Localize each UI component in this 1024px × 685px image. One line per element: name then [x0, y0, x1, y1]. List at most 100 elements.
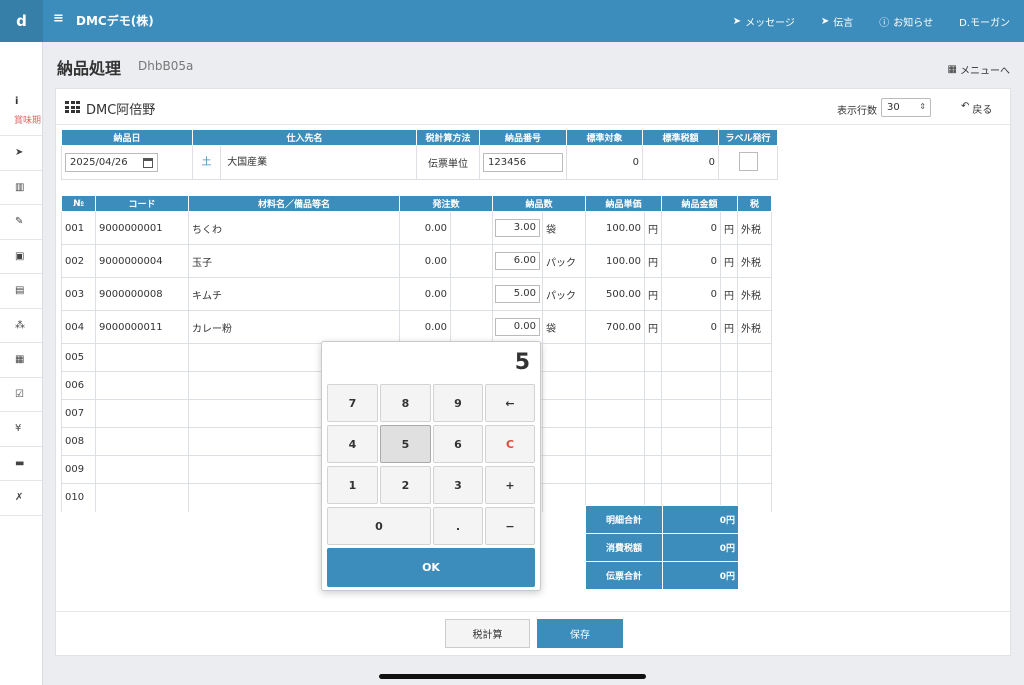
row-code: 9000000004 [95, 244, 189, 278]
page-code: DhbB05a [138, 59, 194, 73]
table-row: 004 9000000011 カレー粉 0.00 0.00 袋 700.00 円… [61, 310, 772, 344]
col-header: 納品単価 [585, 195, 662, 212]
nav-memo-label: 伝言 [833, 17, 854, 29]
sidebar: i 賞味期 ➤ ▥ ✎ ▣ ▤ ⁂ ▦ ☑ ¥ ▬ ✗ [0, 42, 43, 685]
row-price: 700.00 [585, 310, 645, 344]
row-amount: 0 [661, 310, 721, 344]
slip-number-input[interactable]: 123456 [483, 153, 563, 172]
info-circle-icon: ⓘ [879, 17, 890, 29]
row-order: 0.00 [399, 310, 451, 344]
edit-icon: ✎ [15, 216, 24, 228]
table-row: 001 9000000001 ちくわ 0.00 3.00 袋 100.00 円 … [61, 211, 772, 245]
row-unit: 袋 [542, 310, 586, 344]
table-row: 003 9000000008 キムチ 0.00 5.00 パック 500.00 … [61, 277, 772, 311]
suitcase-icon: ▣ [15, 250, 25, 262]
calendar-check-icon: ☑ [15, 388, 24, 400]
col-header: 納品数 [492, 195, 586, 212]
sidebar-item-calendar[interactable]: ▦ [0, 343, 42, 378]
user-name: D.モーガン [959, 17, 1010, 29]
grid-icon [65, 101, 81, 113]
paper-plane-icon: ➤ [732, 15, 742, 27]
key-2[interactable]: 2 [380, 466, 431, 504]
qty-input[interactable]: 0.00 [495, 318, 540, 336]
footer-divider [56, 611, 1010, 612]
key-1[interactable]: 1 [327, 466, 378, 504]
col-header: 税 [737, 195, 772, 212]
row-qty-cell: 5.00 [492, 277, 543, 311]
nav-notices-label: お知らせ [893, 17, 934, 29]
table-row: 002 9000000004 玉子 0.00 6.00 パック 100.00 円… [61, 244, 772, 278]
label-issue-checkbox[interactable] [738, 151, 758, 171]
sidebar-item-wrench[interactable]: ✗ [0, 481, 42, 516]
row-no: 009 [61, 455, 96, 484]
row-price: 100.00 [585, 244, 645, 278]
row-tax: 外税 [737, 277, 772, 311]
back-label: 戻る [972, 105, 993, 116]
nav-memo[interactable]: ➤ 伝言 [821, 14, 853, 29]
row-amount: 0 [661, 244, 721, 278]
sidebar-item-yen[interactable]: ¥ [0, 412, 42, 447]
std-tax-cell: 0 [642, 145, 719, 180]
plus-key[interactable]: + [485, 466, 535, 504]
home-indicator[interactable] [379, 674, 646, 679]
qty-input[interactable]: 3.00 [495, 219, 540, 237]
sidebar-item-suitcase[interactable]: ▣ [0, 240, 42, 274]
minus-key[interactable]: − [485, 507, 535, 545]
delivery-date-value: 2025/04/26 [70, 157, 128, 168]
row-unit: パック [542, 244, 586, 278]
menu-link[interactable]: ▦ メニューへ [948, 62, 1010, 77]
tax-calc-button[interactable]: 税計算 [445, 619, 530, 648]
sidebar-item-send[interactable]: ➤ [0, 136, 42, 171]
rows-per-page-select[interactable]: 30 ⇕ [881, 98, 931, 117]
col-header: コード [95, 195, 189, 212]
row-no: 010 [61, 483, 96, 512]
ok-button[interactable]: OK [327, 548, 535, 587]
key-4[interactable]: 4 [327, 425, 378, 463]
rows-per-page-value: 30 [887, 102, 900, 113]
key-3[interactable]: 3 [433, 466, 483, 504]
key-5[interactable]: 5 [380, 425, 431, 463]
key-8[interactable]: 8 [380, 384, 431, 422]
row-no: 002 [61, 244, 96, 278]
briefcase-icon: ▬ [15, 457, 25, 469]
row-name: キムチ [188, 277, 400, 311]
sidebar-item-chart[interactable]: ▥ [0, 171, 42, 205]
back-button[interactable]: ↶ 戻る [961, 101, 992, 116]
col-header: 仕入先名 [192, 129, 417, 146]
menu-link-label: メニューへ [960, 66, 1010, 77]
sidebar-item-calendar-check[interactable]: ☑ [0, 378, 42, 412]
table-row: 2025/04/26 土 大国産業 伝票単位 123456 0 0 [61, 145, 778, 180]
delivery-date-input[interactable]: 2025/04/26 [65, 153, 158, 172]
key-7[interactable]: 7 [327, 384, 378, 422]
key-6[interactable]: 6 [433, 425, 483, 463]
qty-input[interactable]: 6.00 [495, 252, 540, 270]
cubes-icon: ⁂ [15, 319, 25, 331]
key-9[interactable]: 9 [433, 384, 483, 422]
decimal-key[interactable]: . [433, 507, 483, 545]
qty-input[interactable]: 5.00 [495, 285, 540, 303]
document-icon: ▤ [15, 285, 25, 297]
row-yen: 円 [644, 277, 662, 311]
brand-logo[interactable]: d [0, 0, 43, 42]
menu-toggle-icon[interactable]: ≡ [53, 11, 64, 26]
key-0[interactable]: 0 [327, 507, 431, 545]
row-price: 500.00 [585, 277, 645, 311]
bar-chart-icon: ▥ [15, 181, 25, 193]
nav-messages[interactable]: ➤ メッセージ [733, 14, 795, 29]
sidebar-item-edit[interactable]: ✎ [0, 205, 42, 240]
sidebar-item-document[interactable]: ▤ [0, 274, 42, 309]
row-code: 9000000008 [95, 277, 189, 311]
clear-key[interactable]: C [485, 425, 535, 463]
save-button[interactable]: 保存 [537, 619, 623, 648]
nav-notices[interactable]: ⓘ お知らせ [879, 14, 933, 29]
sidebar-item-cubes[interactable]: ⁂ [0, 309, 42, 343]
backspace-key[interactable]: ← [485, 384, 535, 422]
sidebar-item-info[interactable]: i 賞味期 [0, 42, 42, 136]
nav-user[interactable]: D.モーガン [959, 14, 1010, 29]
top-nav: ➤ メッセージ ➤ 伝言 ⓘ お知らせ D.モーガン [733, 0, 1024, 42]
row-code: 9000000001 [95, 211, 189, 245]
calendar-icon[interactable] [143, 157, 153, 168]
sidebar-item-briefcase[interactable]: ▬ [0, 447, 42, 481]
top-bar: d ≡ DMCデモ(株) ➤ メッセージ ➤ 伝言 ⓘ お知らせ D.モーガン [0, 0, 1024, 42]
row-yen: 円 [644, 211, 662, 245]
